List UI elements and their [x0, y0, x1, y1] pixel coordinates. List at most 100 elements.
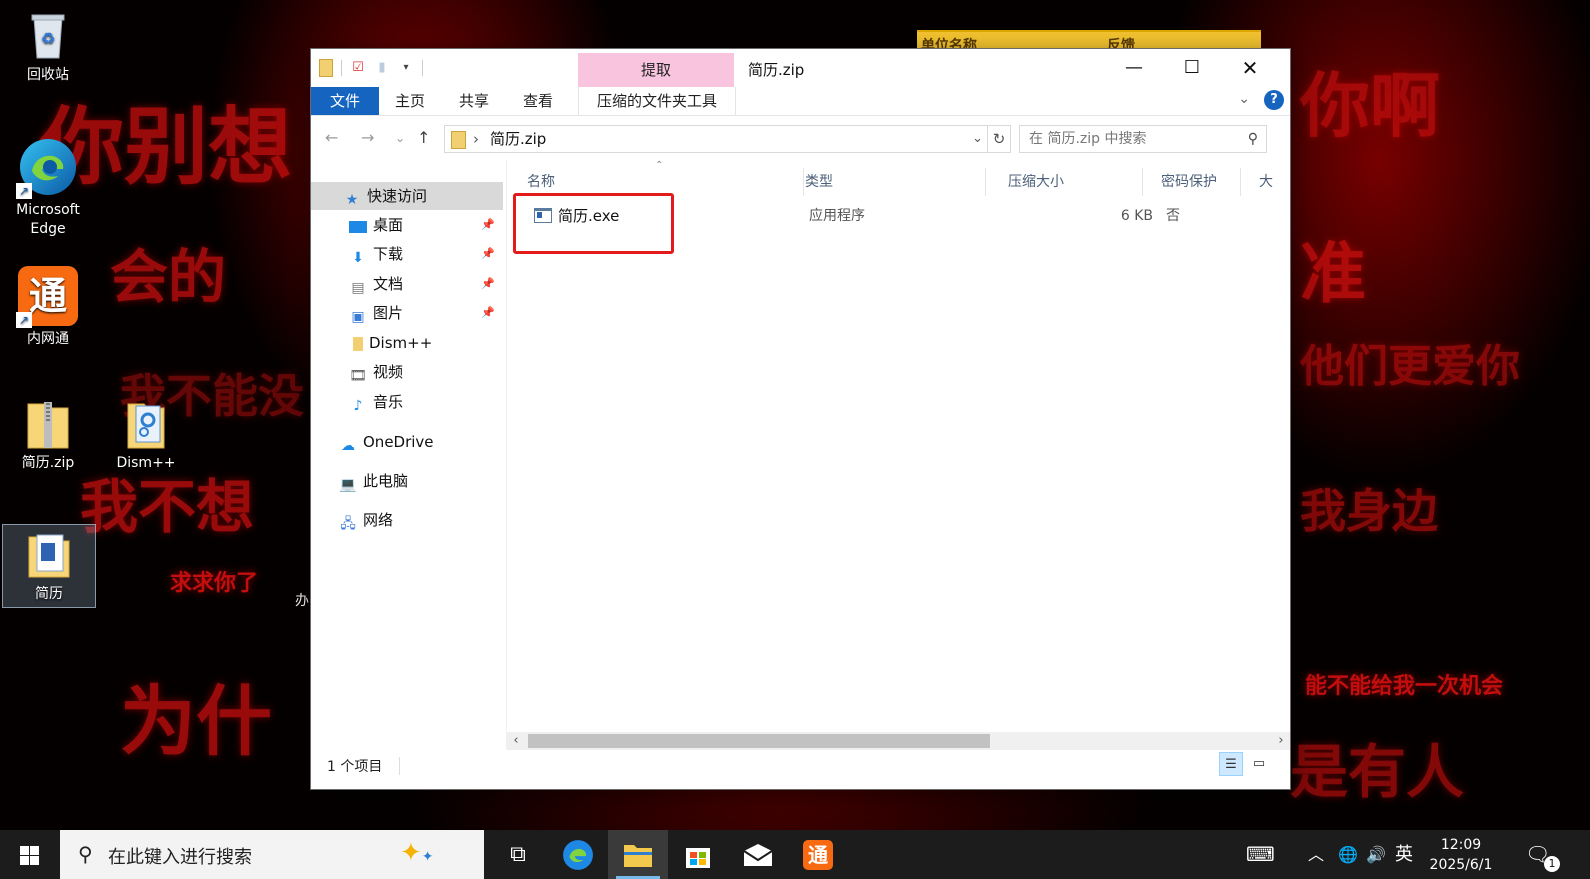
- taskbar-store[interactable]: [668, 830, 728, 879]
- nav-network[interactable]: 🖧 网络: [339, 506, 503, 534]
- search-highlight-icon: ✦✦: [400, 838, 434, 868]
- taskbar-search-box[interactable]: ⚲ 在此键入进行搜索 ✦✦: [60, 830, 484, 879]
- up-arrow-icon[interactable]: ↑: [417, 128, 430, 147]
- music-icon: ♪: [353, 398, 363, 414]
- desktop-icon-dism[interactable]: Dism++: [103, 398, 189, 473]
- scroll-right-arrow-icon[interactable]: ›: [1272, 732, 1290, 750]
- item-count: 1 个项目: [327, 759, 383, 775]
- title-bar[interactable]: ☑ ▮ ▾ 提取 简历.zip — ☐ ✕: [311, 49, 1290, 87]
- search-input[interactable]: 在 简历.zip 中搜索 ⚲: [1019, 125, 1267, 153]
- tab-home[interactable]: 主页: [395, 87, 425, 115]
- ribbon-expand-chevron-icon[interactable]: ⌄: [1238, 91, 1250, 107]
- desktop-icon-neiwangtong[interactable]: 通 ↗ 内网通: [5, 266, 91, 349]
- file-list: ⌃ 名称 类型 压缩大小 密码保护 大 简历.exe 应用程序 6 KB 否: [507, 160, 1290, 750]
- search-icon: ⚲: [1247, 131, 1258, 147]
- nav-this-pc[interactable]: 💻 此电脑: [339, 467, 503, 495]
- address-input[interactable]: › 简历.zip ⌄: [444, 125, 988, 153]
- notification-count-badge: 1: [1544, 856, 1560, 872]
- clock[interactable]: 12:09 2025/6/1: [1424, 835, 1498, 875]
- tab-view[interactable]: 查看: [523, 87, 553, 115]
- refresh-icon[interactable]: ↻: [988, 125, 1011, 153]
- help-icon[interactable]: ?: [1264, 90, 1284, 110]
- address-bar-row: ← → ⌄ ↑ › 简历.zip ⌄ ↻ 在 简历.zip 中搜索 ⚲: [311, 116, 1290, 160]
- column-header-password[interactable]: 密码保护: [1143, 168, 1241, 196]
- desktop-icon-label: Microsoft Edge: [16, 202, 80, 237]
- shortcut-arrow-icon: ↗: [16, 312, 32, 328]
- nav-item-music[interactable]: ♪ 音乐: [349, 388, 503, 416]
- breadcrumb-separator-icon[interactable]: ›: [473, 126, 479, 152]
- desktop-icon-zip[interactable]: 简历.zip: [5, 398, 91, 473]
- column-header-name[interactable]: 名称: [507, 168, 804, 196]
- taskbar-mail[interactable]: [728, 830, 788, 879]
- nav-label: 文档: [373, 275, 404, 293]
- volume-icon[interactable]: 🔊: [1366, 830, 1386, 879]
- pin-icon[interactable]: 📌: [481, 270, 495, 298]
- horizontal-scrollbar[interactable]: ‹ ›: [507, 732, 1290, 750]
- file-type: 应用程序: [809, 208, 865, 224]
- svg-text:♻: ♻: [41, 29, 55, 48]
- tab-share[interactable]: 共享: [459, 87, 489, 115]
- tab-compressed-folder-tools[interactable]: 压缩的文件夹工具: [578, 87, 736, 115]
- search-icon: ⚲: [78, 842, 93, 866]
- file-explorer-window[interactable]: ☑ ▮ ▾ 提取 简历.zip — ☐ ✕ 文件 主页 共享 查看 压缩的文件夹…: [311, 49, 1290, 789]
- scroll-left-arrow-icon[interactable]: ‹: [507, 732, 525, 750]
- details-view-icon[interactable]: ☰: [1219, 752, 1243, 776]
- address-history-chevron-icon[interactable]: ⌄: [972, 126, 983, 152]
- taskbar-neiwangtong[interactable]: 通: [788, 830, 848, 879]
- start-button[interactable]: [0, 830, 58, 879]
- desktop-icon-recycle-bin[interactable]: ♻ 回收站: [5, 10, 91, 85]
- file-password-protected: 否: [1166, 208, 1180, 224]
- customize-qat-chevron-icon[interactable]: ▾: [398, 60, 414, 76]
- minimize-button[interactable]: —: [1105, 49, 1163, 87]
- nav-item-videos[interactable]: 🎞 视频: [349, 358, 503, 386]
- videos-icon: 🎞: [349, 368, 367, 384]
- nav-onedrive[interactable]: ☁ OneDrive: [339, 428, 503, 456]
- desktop-icon-edge[interactable]: ↗ Microsoft Edge: [5, 137, 91, 239]
- new-folder-icon[interactable]: ▮: [374, 60, 390, 76]
- nav-label: OneDrive: [363, 433, 434, 451]
- column-header-compressed-size[interactable]: 压缩大小: [986, 168, 1143, 196]
- tab-file[interactable]: 文件: [311, 87, 379, 115]
- close-button[interactable]: ✕: [1221, 49, 1279, 87]
- nav-label: 下载: [373, 245, 404, 263]
- nav-label: 此电脑: [363, 472, 409, 490]
- maximize-button[interactable]: ☐: [1163, 49, 1221, 87]
- context-tab-extract[interactable]: 提取: [578, 53, 734, 87]
- wallpaper-text: 你啊: [1300, 64, 1440, 147]
- ime-language-indicator[interactable]: 英: [1395, 830, 1413, 879]
- recent-locations-chevron-icon[interactable]: ⌄: [395, 131, 405, 145]
- large-icons-view-icon[interactable]: ▭: [1247, 752, 1271, 776]
- input-indicator-icon[interactable]: ⌨: [1246, 830, 1275, 879]
- highlight-annotation-box: [513, 193, 674, 254]
- nav-item-downloads[interactable]: ⬇ 下载 📌: [349, 240, 503, 268]
- breadcrumb-path[interactable]: 简历.zip: [490, 126, 546, 152]
- nav-item-pictures[interactable]: ▣ 图片 📌: [349, 299, 503, 327]
- pin-icon[interactable]: 📌: [481, 211, 495, 239]
- documents-icon: ▤: [351, 280, 365, 296]
- separator: [341, 60, 342, 76]
- task-view-button[interactable]: ⧉: [488, 830, 548, 879]
- pin-icon[interactable]: 📌: [481, 240, 495, 268]
- network-globe-icon[interactable]: 🌐: [1338, 830, 1358, 879]
- desktop-icon-resume-folder[interactable]: 简历: [2, 524, 96, 608]
- nav-label: 图片: [373, 304, 404, 322]
- wallpaper-text: 能不能给我一次机会: [1305, 673, 1504, 699]
- quick-access-toolbar: ☑ ▮ ▾: [319, 59, 423, 77]
- scrollbar-thumb[interactable]: [528, 734, 990, 748]
- download-icon: ⬇: [352, 250, 364, 266]
- back-arrow-icon[interactable]: ←: [325, 128, 338, 147]
- column-header-type[interactable]: 类型: [789, 168, 986, 196]
- nav-item-desktop[interactable]: 桌面 📌: [349, 211, 503, 239]
- nav-item-dism[interactable]: Dism++: [349, 329, 503, 357]
- nav-item-documents[interactable]: ▤ 文档 📌: [349, 270, 503, 298]
- properties-icon[interactable]: ☑: [350, 60, 366, 76]
- forward-arrow-icon[interactable]: →: [361, 128, 374, 147]
- taskbar-file-explorer[interactable]: [608, 830, 668, 879]
- taskbar-edge[interactable]: [548, 830, 608, 879]
- pin-icon[interactable]: 📌: [481, 299, 495, 327]
- column-header-size[interactable]: 大: [1241, 168, 1290, 196]
- nav-quick-access[interactable]: ★ 快速访问: [311, 182, 503, 210]
- notification-center-icon[interactable]: 🗨: [1525, 830, 1550, 879]
- show-hidden-icons-chevron-icon[interactable]: ︿: [1308, 830, 1324, 879]
- computer-icon: 💻: [339, 477, 357, 493]
